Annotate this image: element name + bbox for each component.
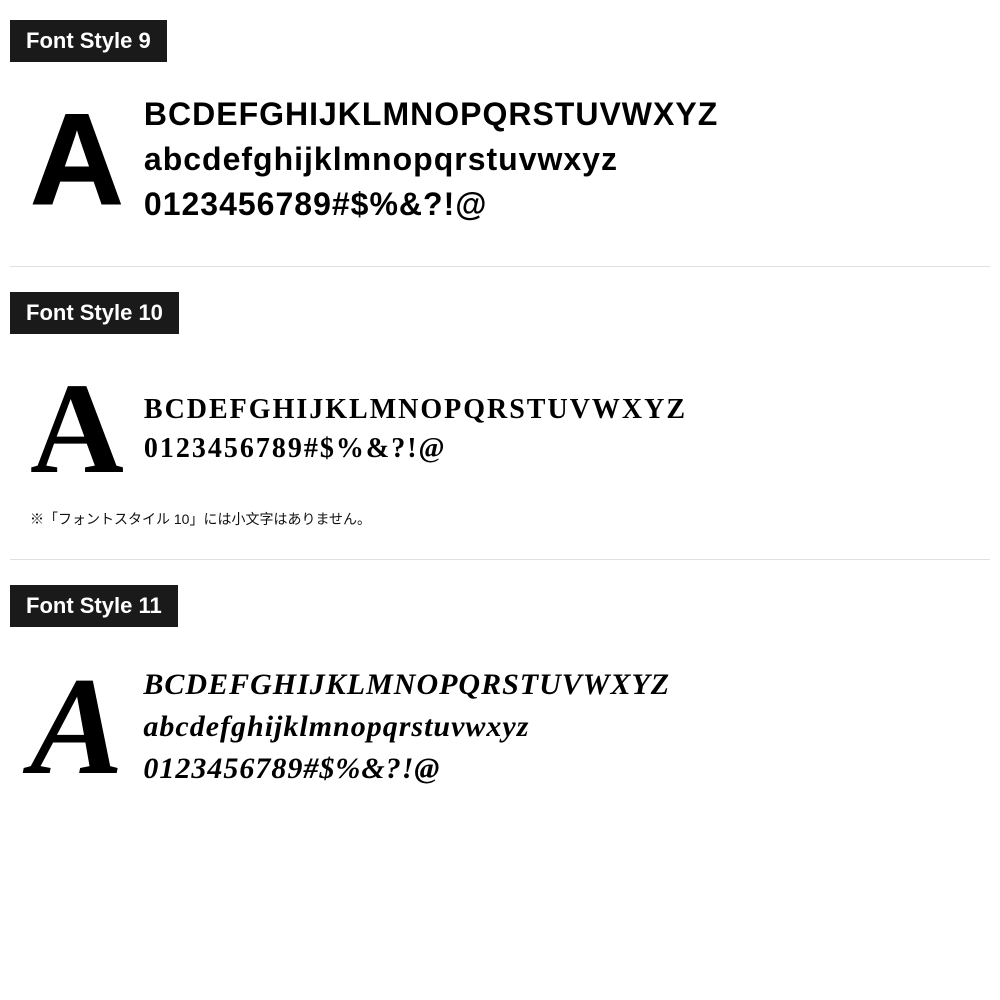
font-style-9-line-1: BCDEFGHIJKLMNOPQRSTUVWXYZ xyxy=(144,92,718,137)
font-style-11-line-2: abcdefghijklmnopqrstuvwxyz xyxy=(143,706,670,748)
font-style-11-demo: A BCDEFGHIJKLMNOPQRSTUVWXYZ abcdefghijkl… xyxy=(10,647,990,807)
page-container: Font Style 9 A BCDEFGHIJKLMNOPQRSTUVWXYZ… xyxy=(0,0,1000,857)
font-style-10-section: Font Style 10 A BCDEFGHIJKLMNOPQRSTUVWXY… xyxy=(10,292,990,529)
font-style-9-line-3: 0123456789#$%&?!@ xyxy=(144,182,718,227)
font-style-9-section: Font Style 9 A BCDEFGHIJKLMNOPQRSTUVWXYZ… xyxy=(10,20,990,236)
font-style-11-section: Font Style 11 A BCDEFGHIJKLMNOPQRSTUVWXY… xyxy=(10,585,990,807)
font-style-10-demo: A BCDEFGHIJKLMNOPQRSTUVWXYZ 0123456789#$… xyxy=(10,354,990,504)
font-style-10-header: Font Style 10 xyxy=(10,292,179,334)
font-style-10-note: ※「フォントスタイル 10」には小文字はありません。 xyxy=(30,509,990,529)
font-style-10-big-letter: A xyxy=(30,364,124,494)
font-style-11-line-1: BCDEFGHIJKLMNOPQRSTUVWXYZ xyxy=(143,664,670,706)
font-style-9-demo: A BCDEFGHIJKLMNOPQRSTUVWXYZ abcdefghijkl… xyxy=(10,82,990,236)
font-style-9-chars: BCDEFGHIJKLMNOPQRSTUVWXYZ abcdefghijklmn… xyxy=(144,92,718,226)
font-style-11-big-letter: A xyxy=(30,657,123,797)
font-style-11-chars: BCDEFGHIJKLMNOPQRSTUVWXYZ abcdefghijklmn… xyxy=(143,664,670,790)
font-style-11-header: Font Style 11 xyxy=(10,585,178,627)
font-style-10-line-2: 0123456789#$%&?!@ xyxy=(144,429,687,468)
font-style-9-line-2: abcdefghijklmnopqrstuvwxyz xyxy=(144,137,718,182)
font-style-10-chars: BCDEFGHIJKLMNOPQRSTUVWXYZ 0123456789#$%&… xyxy=(144,390,687,468)
font-style-10-line-1: BCDEFGHIJKLMNOPQRSTUVWXYZ xyxy=(144,390,687,429)
font-style-9-header: Font Style 9 xyxy=(10,20,167,62)
divider-2 xyxy=(10,559,990,560)
divider-1 xyxy=(10,266,990,267)
font-style-9-big-letter: A xyxy=(30,94,124,224)
font-style-11-line-3: 0123456789#$%&?!@ xyxy=(143,748,670,790)
